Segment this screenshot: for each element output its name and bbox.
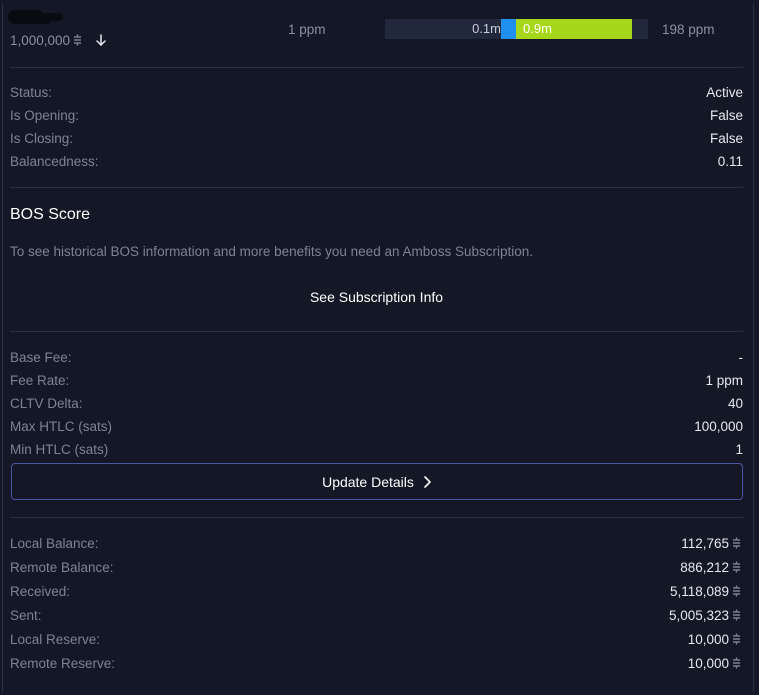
is-opening-row: Is Opening: False [10, 108, 743, 128]
sats-icon [732, 609, 741, 621]
amount: 10,000 [687, 632, 729, 647]
cltv-delta-row: CLTV Delta: 40 [10, 396, 743, 416]
row-label: Received: [10, 584, 71, 599]
row-value: False [709, 131, 743, 146]
row-value: - [738, 350, 744, 365]
row-label: Balancedness: [10, 154, 99, 169]
remote-reserve-row: Remote Reserve: 10,000 [10, 656, 743, 676]
fee-rate-right: 198 ppm [662, 22, 715, 37]
divider [10, 187, 743, 188]
amount: 5,118,089 [669, 584, 729, 599]
row-label: Remote Balance: [10, 560, 114, 575]
fee-rate-left: 1 ppm [288, 22, 326, 37]
fee-rate-row: Fee Rate: 1 ppm [10, 373, 743, 393]
amount: 112,765 [681, 536, 729, 551]
row-label: Is Opening: [10, 108, 80, 123]
local-liquidity-label: 0.1m [472, 21, 501, 36]
local-balance-row: Local Balance: 112,765 [10, 536, 743, 556]
capacity-value: 1,000,000 [10, 33, 71, 48]
row-value: 5,005,323 [669, 608, 741, 623]
remote-liquidity-label: 0.9m [523, 21, 552, 36]
bos-score-title: BOS Score [10, 206, 91, 223]
row-label: Fee Rate: [10, 373, 70, 388]
row-label: CLTV Delta: [10, 396, 83, 411]
balancedness-row: Balancedness: 0.11 [10, 154, 743, 174]
row-value: 40 [727, 396, 743, 411]
arrow-down-icon[interactable] [94, 32, 108, 48]
row-label: Min HTLC (sats) [10, 442, 109, 457]
update-details-label: Update Details [322, 473, 414, 490]
sats-icon [732, 585, 741, 597]
received-row: Received: 5,118,089 [10, 584, 743, 604]
channel-summary: 1,000,000 1 ppm 0.1m 0.9m 198 ppm [0, 0, 759, 68]
amount: 5,005,323 [668, 608, 729, 623]
sats-icon [732, 537, 741, 549]
divider [10, 517, 743, 518]
row-value: 886,212 [680, 560, 741, 575]
row-value: Active [706, 85, 743, 100]
redacted-alias [8, 10, 44, 24]
min-htlc-row: Min HTLC (sats) 1 [10, 442, 743, 462]
base-fee-row: Base Fee: - [10, 350, 743, 370]
divider [10, 67, 743, 68]
row-value: 100,000 [694, 419, 743, 434]
row-label: Remote Reserve: [10, 656, 116, 671]
is-closing-row: Is Closing: False [10, 131, 743, 151]
channel-capacity: 1,000,000 [10, 33, 82, 48]
local-liquidity-segment [501, 19, 516, 39]
chevron-right-icon [422, 475, 432, 489]
row-label: Sent: [10, 608, 42, 623]
row-label: Local Reserve: [10, 632, 101, 647]
liquidity-bar: 0.1m 0.9m [385, 19, 648, 39]
row-value: 5,118,089 [670, 584, 741, 599]
row-label: Local Balance: [10, 536, 99, 551]
row-value: 112,765 [681, 536, 741, 551]
local-reserve-row: Local Reserve: 10,000 [10, 632, 743, 652]
bos-description: To see historical BOS information and mo… [10, 244, 534, 259]
divider [10, 331, 743, 332]
status-row: Status: Active [10, 85, 743, 105]
sats-icon [732, 633, 741, 645]
sats-icon [732, 657, 741, 669]
sent-row: Sent: 5,005,323 [10, 608, 743, 628]
row-value: False [709, 108, 743, 123]
row-label: Base Fee: [10, 350, 72, 365]
row-value: 10,000 [688, 632, 741, 647]
row-label: Is Closing: [10, 131, 74, 146]
row-label: Status: [10, 85, 53, 100]
row-value: 1 [735, 442, 743, 457]
see-subscription-info-link[interactable]: See Subscription Info [0, 289, 753, 305]
sats-icon [73, 34, 82, 46]
remote-balance-row: Remote Balance: 886,212 [10, 560, 743, 580]
row-label: Max HTLC (sats) [10, 419, 113, 434]
update-details-button[interactable]: Update Details [11, 463, 743, 500]
row-value: 10,000 [688, 656, 741, 671]
sats-icon [732, 561, 741, 573]
amount: 10,000 [687, 656, 729, 671]
row-value: 1 ppm [705, 373, 743, 388]
amount: 886,212 [680, 560, 729, 575]
row-value: 0.11 [717, 154, 743, 169]
max-htlc-row: Max HTLC (sats) 100,000 [10, 419, 743, 439]
